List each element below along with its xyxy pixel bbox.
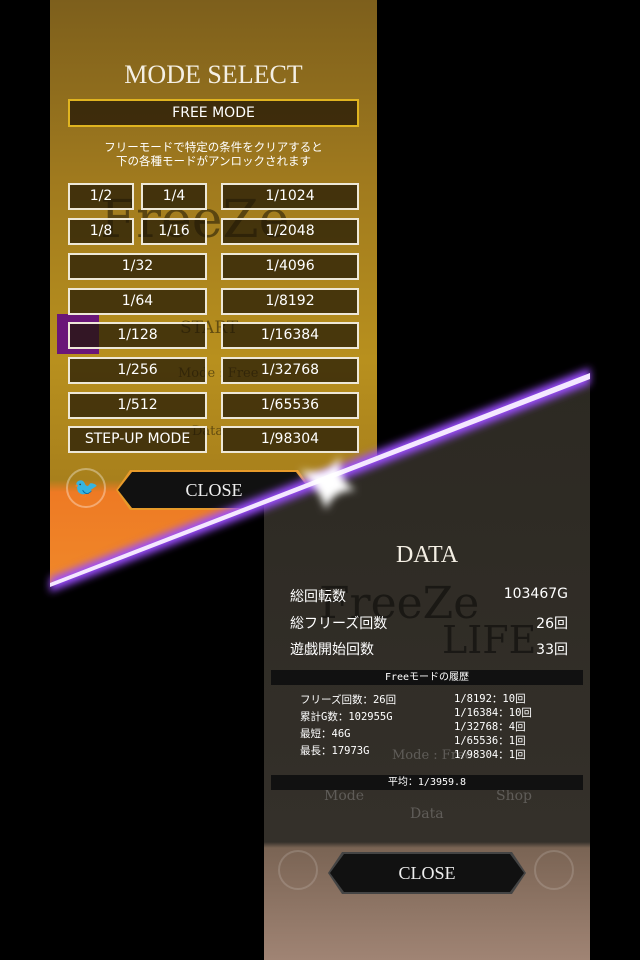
slash-effect <box>50 368 590 592</box>
